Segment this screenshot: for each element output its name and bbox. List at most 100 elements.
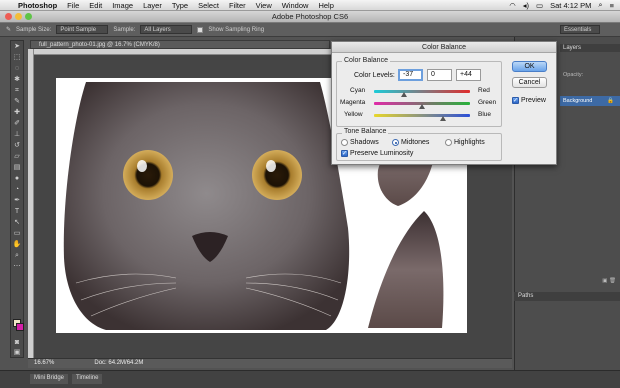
minimize-window-icon[interactable]: [15, 13, 22, 20]
midtones-radio[interactable]: [392, 139, 399, 146]
document-info[interactable]: Doc: 64.2M/64.2M: [94, 359, 143, 368]
tab-timeline[interactable]: Timeline: [72, 374, 103, 384]
document-status-bar: 16.67% Doc: 64.2M/64.2M: [28, 358, 512, 368]
preserve-luminosity-checkbox[interactable]: ✓: [341, 150, 348, 157]
window-titlebar: Adobe Photoshop CS6: [0, 11, 620, 23]
cyan-red-level-input[interactable]: -37: [398, 69, 423, 81]
move-tool-icon[interactable]: ➤: [11, 42, 23, 51]
zoom-level[interactable]: 16.67%: [34, 359, 54, 368]
eraser-tool-icon[interactable]: ▱: [11, 152, 23, 161]
hand-tool-icon[interactable]: ✋: [11, 240, 23, 249]
menu-window[interactable]: Window: [282, 1, 309, 10]
cancel-button[interactable]: Cancel: [512, 77, 547, 88]
menu-edit[interactable]: Edit: [89, 1, 102, 10]
marquee-tool-icon[interactable]: ⬚: [11, 53, 23, 62]
magenta-green-slider-thumb[interactable]: [419, 104, 425, 109]
close-window-icon[interactable]: [5, 13, 12, 20]
highlights-radio[interactable]: [445, 139, 452, 146]
cyan-red-slider-thumb[interactable]: [401, 92, 408, 97]
mac-menubar: Photoshop File Edit Image Layer Type Sel…: [0, 0, 620, 11]
document-tab[interactable]: full_pattern_photo-01.jpg @ 16.7% (CMYK/…: [30, 40, 330, 49]
type-tool-icon[interactable]: T: [11, 207, 23, 216]
shadows-radio[interactable]: [341, 139, 348, 146]
lasso-tool-icon[interactable]: ◌: [11, 64, 23, 73]
menubar-extras: ◠ ◂) ▭ Sat 4:12 PM ⌕ ≡: [509, 0, 620, 10]
preview-label: Preview: [521, 97, 546, 104]
history-brush-icon[interactable]: ↺: [11, 141, 23, 150]
right-eye: [252, 150, 302, 200]
sample-size-select[interactable]: Point Sample: [56, 25, 109, 34]
layer-name: Background: [563, 98, 593, 104]
cat-face-shape: [63, 82, 350, 330]
menu-filter[interactable]: Filter: [229, 1, 246, 10]
background-color-swatch[interactable]: [16, 323, 24, 331]
path-select-tool-icon[interactable]: ↖: [11, 218, 23, 227]
sample-label: Sample:: [113, 26, 136, 33]
menu-file[interactable]: File: [67, 1, 79, 10]
layer-opacity-label: Opacity:: [563, 72, 584, 78]
preview-checkbox[interactable]: ✓: [512, 97, 519, 104]
notifications-icon[interactable]: ≡: [610, 1, 614, 10]
highlights-label: Highlights: [454, 139, 485, 146]
yellow-blue-slider-track[interactable]: [374, 114, 470, 117]
new-layer-icon[interactable]: ▣: [602, 278, 607, 284]
eyedropper-tool-icon[interactable]: ✎: [6, 26, 11, 33]
battery-icon[interactable]: ▭: [536, 1, 543, 10]
shape-tool-icon[interactable]: ▭: [11, 229, 23, 238]
midtones-label: Midtones: [401, 139, 430, 146]
menu-app-name[interactable]: Photoshop: [18, 1, 57, 10]
quick-mask-icon[interactable]: ◙: [11, 338, 23, 347]
dodge-tool-icon[interactable]: ◔: [11, 185, 23, 194]
show-sampling-ring-checkbox[interactable]: [197, 26, 204, 33]
menu-view[interactable]: View: [256, 1, 272, 10]
more-tools-icon[interactable]: ⋯: [11, 262, 23, 271]
screen-mode-icon[interactable]: ▣: [11, 348, 23, 357]
paths-panel-header[interactable]: Paths: [514, 292, 620, 301]
ok-button[interactable]: OK: [512, 61, 547, 72]
menu-image[interactable]: Image: [112, 1, 133, 10]
stamp-tool-icon[interactable]: ⊥: [11, 130, 23, 139]
layer-row-background[interactable]: Background 🔒: [560, 96, 620, 106]
cyan-red-slider-track[interactable]: [374, 90, 470, 93]
volume-icon[interactable]: ◂): [523, 1, 529, 10]
lock-icon: 🔒: [607, 98, 614, 104]
workspace-select[interactable]: Essentials: [560, 25, 600, 34]
zoom-window-icon[interactable]: [25, 13, 32, 20]
layer-opacity-row[interactable]: Opacity:: [560, 70, 620, 80]
sample-select[interactable]: All Layers: [140, 25, 193, 34]
menu-select[interactable]: Select: [198, 1, 219, 10]
gradient-tool-icon[interactable]: ▤: [11, 163, 23, 172]
vertical-ruler: [28, 49, 34, 358]
yellow-blue-level-input[interactable]: +44: [456, 69, 481, 81]
sample-size-label: Sample Size:: [16, 26, 52, 33]
window-title: Adobe Photoshop CS6: [271, 12, 349, 21]
menu-type[interactable]: Type: [172, 1, 188, 10]
menu-help[interactable]: Help: [318, 1, 333, 10]
tab-mini-bridge[interactable]: Mini Bridge: [30, 374, 69, 384]
blur-tool-icon[interactable]: ●: [11, 174, 23, 183]
show-sampling-ring-label: Show Sampling Ring: [208, 26, 265, 33]
clock[interactable]: Sat 4:12 PM: [550, 1, 591, 10]
search-icon[interactable]: ⌕: [598, 0, 602, 10]
zoom-tool-icon[interactable]: ⌕: [11, 251, 23, 260]
pen-tool-icon[interactable]: ✒: [11, 196, 23, 205]
wifi-icon[interactable]: ◠: [509, 1, 516, 10]
green-label: Green: [478, 99, 497, 106]
eyedropper-icon[interactable]: ✎: [11, 97, 23, 106]
yellow-blue-slider-thumb[interactable]: [440, 116, 447, 121]
crop-tool-icon[interactable]: ⌗: [11, 86, 23, 95]
blue-label: Blue: [478, 111, 492, 118]
brush-tool-icon[interactable]: ✐: [11, 119, 23, 128]
yellow-label: Yellow: [344, 111, 363, 118]
document-title: full_pattern_photo-01.jpg @ 16.7% (CMYK/…: [39, 42, 160, 48]
delete-layer-icon[interactable]: 🗑: [609, 278, 616, 284]
red-label: Red: [478, 87, 490, 94]
left-eye: [123, 150, 173, 200]
healing-tool-icon[interactable]: ✚: [11, 108, 23, 117]
magenta-label: Magenta: [340, 99, 366, 106]
layers-panel-header[interactable]: Layers: [560, 44, 620, 52]
magenta-green-level-input[interactable]: 0: [427, 69, 452, 81]
quick-select-tool-icon[interactable]: ✱: [11, 75, 23, 84]
tone-balance-group-title: Tone Balance: [342, 128, 389, 135]
menu-layer[interactable]: Layer: [143, 1, 162, 10]
